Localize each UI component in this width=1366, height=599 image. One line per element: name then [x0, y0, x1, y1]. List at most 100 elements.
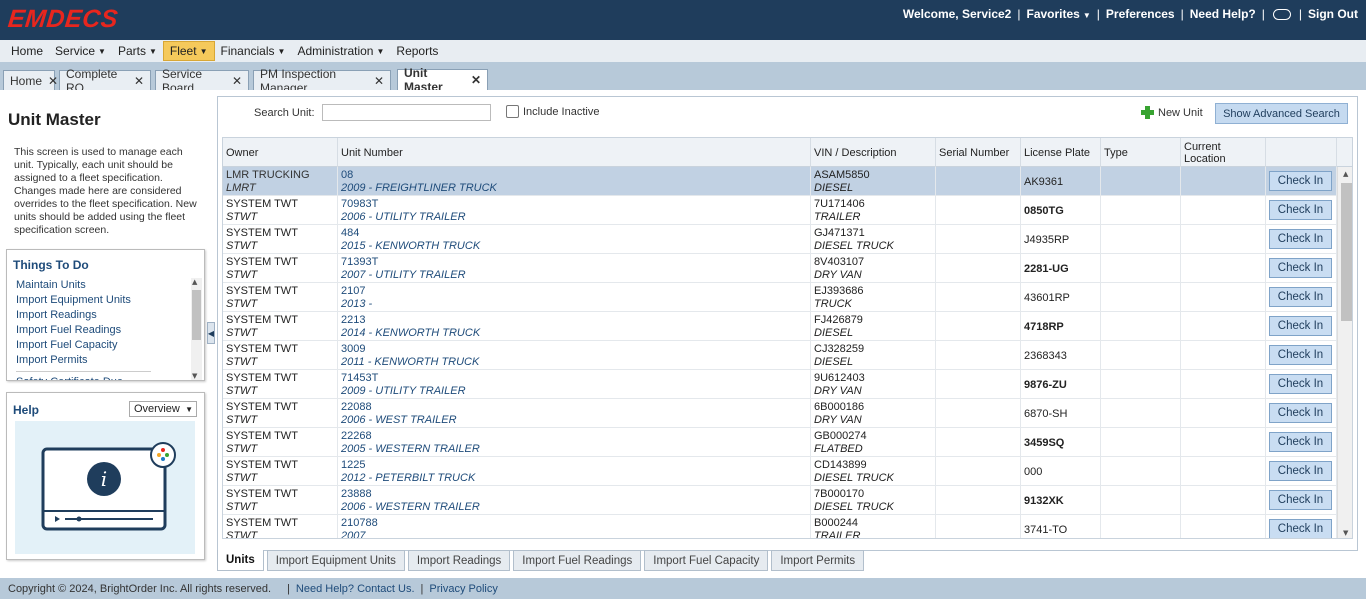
check-in-button[interactable]: Check In: [1269, 403, 1332, 423]
check-in-button[interactable]: Check In: [1269, 171, 1332, 191]
preferences-link[interactable]: Preferences: [1106, 7, 1175, 21]
unit-number-link[interactable]: 23888: [341, 488, 372, 500]
menu-service[interactable]: Service ▼: [49, 41, 112, 61]
table-row[interactable]: SYSTEM TWT STWT 71393T 2007 - UTILITY TRAIL…: [223, 254, 1337, 283]
emdecs-logo[interactable]: EMDECS: [6, 5, 120, 34]
table-row[interactable]: SYSTEM TWT STWT 2213 2014 - KENWORTH TRUCK F…: [223, 312, 1337, 341]
unit-number-link[interactable]: 22088: [341, 401, 372, 413]
menu-financials[interactable]: Financials ▼: [215, 41, 292, 61]
todo-item-import-fuel-readings[interactable]: Import Fuel Readings: [16, 323, 151, 338]
scroll-up-icon[interactable]: ▲: [192, 278, 197, 286]
todo-item-maintain-units[interactable]: Maintain Units: [16, 278, 151, 293]
table-row[interactable]: SYSTEM TWT STWT 22088 2006 - WEST TRAILER 6B…: [223, 399, 1337, 428]
bottom-tab-import-fuel-capacity[interactable]: Import Fuel Capacity: [644, 550, 769, 571]
column-header-license-plate[interactable]: License Plate: [1021, 138, 1101, 167]
table-row[interactable]: SYSTEM TWT STWT 23888 2006 - WESTERN TRAILE…: [223, 486, 1337, 515]
menu-administration[interactable]: Administration ▼: [291, 41, 390, 61]
unit-number-link[interactable]: 2213: [341, 314, 365, 326]
chat-icon[interactable]: [1272, 8, 1291, 20]
need-help-link[interactable]: Need Help?: [1190, 7, 1256, 21]
unit-number-link[interactable]: 3009: [341, 343, 365, 355]
table-row[interactable]: SYSTEM TWT STWT 484 2015 - KENWORTH TRUCK GJ…: [223, 225, 1337, 254]
vin: 7B000170: [814, 488, 865, 500]
bottom-tab-import-readings[interactable]: Import Readings: [407, 550, 511, 571]
close-icon[interactable]: ✕: [471, 73, 481, 87]
column-header-type[interactable]: Type: [1101, 138, 1181, 167]
close-icon[interactable]: ✕: [134, 74, 144, 88]
privacy-policy-link[interactable]: Privacy Policy: [429, 583, 497, 595]
close-icon[interactable]: ✕: [374, 74, 384, 88]
help-video-thumbnail[interactable]: i: [15, 421, 195, 554]
menu-home[interactable]: Home: [5, 41, 49, 61]
tab-unit-master[interactable]: Unit Master ✕: [397, 66, 488, 94]
check-in-button[interactable]: Check In: [1269, 519, 1332, 538]
unit-number-link[interactable]: 71453T: [341, 372, 378, 384]
column-header-owner[interactable]: Owner: [223, 138, 338, 167]
table-row[interactable]: SYSTEM TWT STWT 2107 2013 - EJ393686 TRUCK 436…: [223, 283, 1337, 312]
check-in-button[interactable]: Check In: [1269, 490, 1332, 510]
contact-us-link[interactable]: Need Help? Contact Us.: [296, 583, 415, 595]
close-icon[interactable]: ✕: [48, 74, 58, 88]
todo-item-safety-certificate-due-dates[interactable]: Safety Certificate Due Dates: [16, 371, 151, 380]
table-row[interactable]: LMR TRUCKING LMRT 08 2009 - FREIGHTLINER TR…: [223, 167, 1337, 196]
menu-fleet[interactable]: Fleet ▼: [162, 41, 215, 61]
unit-number-link[interactable]: 210788: [341, 517, 378, 529]
unit-number-link[interactable]: 71393T: [341, 256, 378, 268]
column-header-unit-number[interactable]: Unit Number: [338, 138, 811, 167]
collapse-panel-button[interactable]: ◀: [207, 322, 215, 344]
close-icon[interactable]: ✕: [232, 74, 242, 88]
todo-item-import-readings[interactable]: Import Readings: [16, 308, 151, 323]
tab-service-board[interactable]: Service Board ✕: [155, 67, 249, 95]
bottom-tab-units[interactable]: Units: [217, 550, 264, 571]
new-unit-button[interactable]: New Unit: [1141, 106, 1203, 119]
todo-item-import-fuel-capacity[interactable]: Import Fuel Capacity: [16, 338, 151, 353]
tab-home[interactable]: Home ✕: [3, 70, 58, 90]
unit-number-link[interactable]: 1225: [341, 459, 365, 471]
bottom-tab-import-permits[interactable]: Import Permits: [771, 550, 865, 571]
table-row[interactable]: SYSTEM TWT STWT 1225 2012 - PETERBILT TRUCK…: [223, 457, 1337, 486]
unit-number-link[interactable]: 2107: [341, 285, 365, 297]
help-topic-select[interactable]: Overview ▼: [129, 401, 197, 417]
search-unit-input[interactable]: [322, 104, 491, 121]
table-row[interactable]: SYSTEM TWT STWT 3009 2011 - KENWORTH TRUCK C…: [223, 341, 1337, 370]
table-row[interactable]: SYSTEM TWT STWT 70983T 2006 - UTILITY TRAIL…: [223, 196, 1337, 225]
unit-number-link[interactable]: 70983T: [341, 198, 378, 210]
bottom-tab-import-fuel-readings[interactable]: Import Fuel Readings: [513, 550, 642, 571]
check-in-button[interactable]: Check In: [1269, 345, 1332, 365]
sign-out-link[interactable]: Sign Out: [1308, 7, 1358, 21]
table-row[interactable]: SYSTEM TWT STWT 71453T 2009 - UTILITY TRAIL…: [223, 370, 1337, 399]
column-header-current-location[interactable]: Current Location: [1181, 138, 1266, 167]
scroll-up-icon[interactable]: ▲: [1343, 170, 1348, 178]
todo-scrollbar[interactable]: ▲ ▼: [191, 278, 202, 380]
check-in-button[interactable]: Check In: [1269, 432, 1332, 452]
tab-complete-ro[interactable]: Complete RO ✕: [59, 67, 151, 95]
unit-number-link[interactable]: 08: [341, 169, 353, 181]
include-inactive-checkbox[interactable]: [506, 105, 519, 118]
check-in-button[interactable]: Check In: [1269, 461, 1332, 481]
check-in-button[interactable]: Check In: [1269, 229, 1332, 249]
unit-number-link[interactable]: 484: [341, 227, 359, 239]
scroll-down-icon[interactable]: ▼: [1343, 529, 1348, 537]
menu-parts[interactable]: Parts ▼: [112, 41, 163, 61]
scroll-thumb[interactable]: [192, 290, 201, 340]
column-header-serial-number[interactable]: Serial Number: [936, 138, 1021, 167]
check-in-button[interactable]: Check In: [1269, 200, 1332, 220]
bottom-tab-import-equipment-units[interactable]: Import Equipment Units: [266, 550, 405, 571]
show-advanced-search-button[interactable]: Show Advanced Search: [1215, 103, 1348, 124]
scroll-down-icon[interactable]: ▼: [192, 372, 197, 380]
tab-pm-inspection-manager[interactable]: PM Inspection Manager ✕: [253, 67, 391, 95]
todo-item-import-permits[interactable]: Import Permits: [16, 353, 151, 368]
todo-item-import-equipment-units[interactable]: Import Equipment Units: [16, 293, 151, 308]
menu-reports[interactable]: Reports: [390, 41, 444, 61]
check-in-button[interactable]: Check In: [1269, 374, 1332, 394]
table-row[interactable]: SYSTEM TWT STWT 210788 2007 B000244 TRAILER 37…: [223, 515, 1337, 538]
favorites-menu[interactable]: Favorites ▼: [1026, 7, 1090, 21]
check-in-button[interactable]: Check In: [1269, 258, 1332, 278]
check-in-button[interactable]: Check In: [1269, 287, 1332, 307]
scroll-thumb[interactable]: [1341, 183, 1352, 321]
check-in-button[interactable]: Check In: [1269, 316, 1332, 336]
column-header-vin-description[interactable]: VIN / Description: [811, 138, 936, 167]
grid-scrollbar[interactable]: ▲ ▼: [1337, 167, 1352, 538]
table-row[interactable]: SYSTEM TWT STWT 22268 2005 - WESTERN TRAILE…: [223, 428, 1337, 457]
unit-number-link[interactable]: 22268: [341, 430, 372, 442]
